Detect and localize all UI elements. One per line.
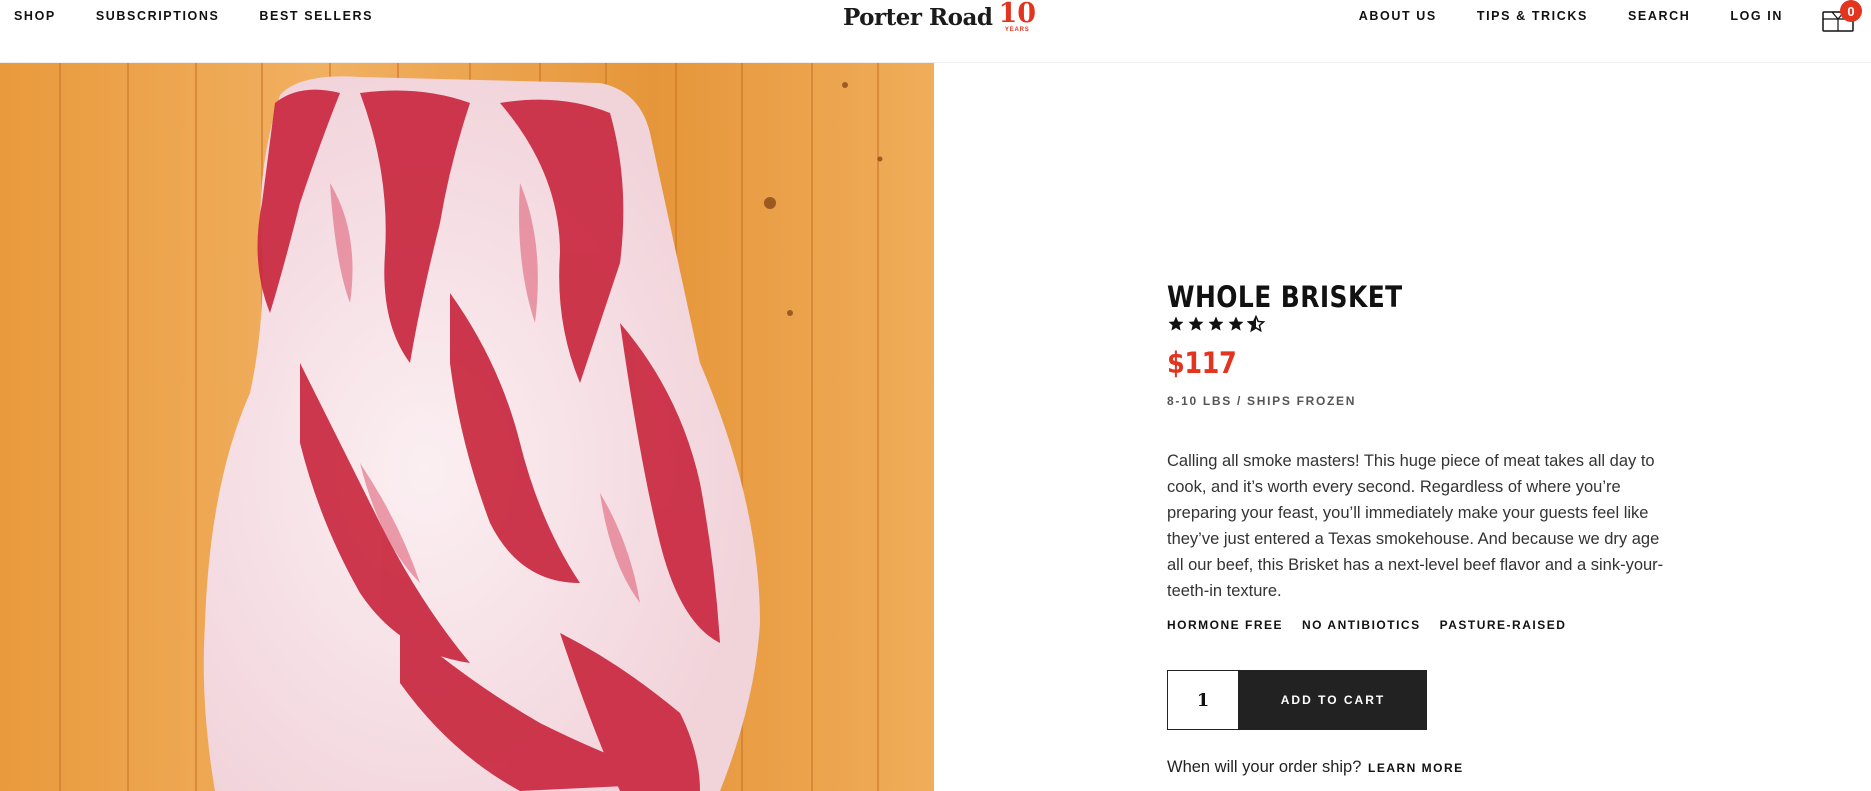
star-full-icon xyxy=(1228,316,1244,331)
feature-tags: HORMONE FREE NO ANTIBIOTICS PASTURE-RAIS… xyxy=(1167,618,1667,632)
product-title: WHOLE BRISKET xyxy=(1167,280,1403,314)
cart-count-badge: 0 xyxy=(1840,0,1862,22)
nav-best-sellers[interactable]: BEST SELLERS xyxy=(259,9,373,23)
learn-more-link[interactable]: LEARN MORE xyxy=(1368,761,1464,775)
nav-tips-tricks[interactable]: TIPS & TRICKS xyxy=(1477,9,1588,23)
site-header: SHOP SUBSCRIPTIONS BEST SELLERS Porter R… xyxy=(0,0,1871,63)
star-rating[interactable] xyxy=(1167,314,1667,334)
ten-years-badge: 10 YEARS xyxy=(998,0,1036,34)
nav-search[interactable]: SEARCH xyxy=(1628,9,1690,23)
ship-question: When will your order ship? xyxy=(1167,758,1362,776)
product-image xyxy=(0,63,934,791)
secondary-nav: ABOUT US TIPS & TRICKS SEARCH LOG IN xyxy=(1319,9,1783,23)
feature-pasture-raised: PASTURE-RAISED xyxy=(1439,618,1567,632)
product-description: Calling all smoke masters! This huge pie… xyxy=(1167,452,1664,600)
nav-subscriptions[interactable]: SUBSCRIPTIONS xyxy=(96,9,220,23)
primary-nav: SHOP SUBSCRIPTIONS BEST SELLERS xyxy=(14,9,413,23)
product-info: WHOLE BRISKET $117 8-10 LBS / SHIPS FROZ… xyxy=(1167,280,1667,777)
nav-log-in[interactable]: LOG IN xyxy=(1730,9,1783,23)
cart-button[interactable]: 0 xyxy=(1822,0,1862,32)
badge-text: YEARS xyxy=(1004,27,1030,33)
quantity-input[interactable] xyxy=(1167,670,1239,730)
badge-number: 10 xyxy=(998,0,1037,29)
feature-no-antibiotics: NO ANTIBIOTICS xyxy=(1302,618,1421,632)
porter-road-logo[interactable]: Porter Road 10 YEARS xyxy=(843,0,1036,36)
star-full-icon xyxy=(1168,316,1184,331)
feature-hormone-free: HORMONE FREE xyxy=(1167,618,1284,632)
nav-shop[interactable]: SHOP xyxy=(14,9,56,23)
product-price: $117 xyxy=(1167,346,1237,380)
nav-about-us[interactable]: ABOUT US xyxy=(1359,9,1437,23)
add-to-cart-button[interactable]: ADD TO CART xyxy=(1239,670,1427,730)
star-full-icon xyxy=(1208,316,1224,331)
brisket-photo xyxy=(0,63,934,791)
add-to-cart-row: ADD TO CART xyxy=(1167,670,1667,730)
product-weight-shipping: 8-10 LBS / SHIPS FROZEN xyxy=(1167,394,1357,408)
ship-info: When will your order ship? LEARN MORE xyxy=(1167,758,1667,777)
star-full-icon xyxy=(1188,316,1204,331)
star-half-icon xyxy=(1247,315,1265,333)
logo-wordmark: Porter Road xyxy=(843,4,993,31)
